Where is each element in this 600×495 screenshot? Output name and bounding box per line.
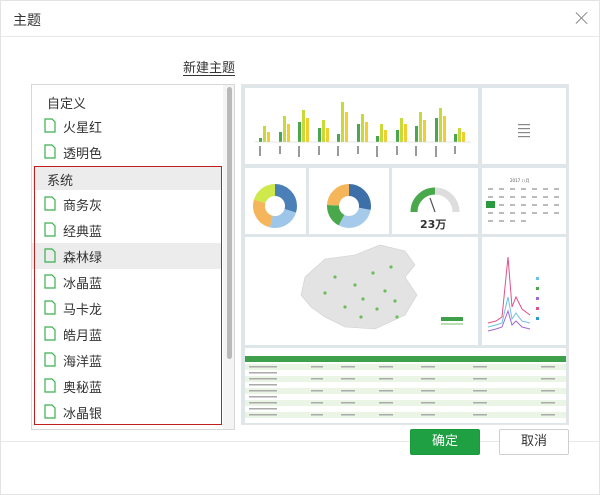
preview-line-chart-graphic (487, 256, 539, 332)
preview-donut-1 (245, 168, 306, 234)
theme-item-system-6[interactable]: 海洋蓝 (32, 347, 222, 373)
preview-map (245, 237, 478, 345)
document-icon (44, 404, 56, 419)
theme-list: 自定义 火星红 透明色 系统 商务灰 经典蓝 森林绿 冰晶蓝 马卡龙 皓月蓝 海… (31, 84, 235, 430)
theme-item-label: 马卡龙 (63, 303, 103, 318)
document-icon (44, 326, 56, 341)
document-icon (44, 118, 56, 133)
document-icon (44, 300, 56, 315)
theme-item-system-7[interactable]: 奥秘蓝 (32, 373, 222, 399)
list-scrollbar[interactable] (223, 85, 234, 429)
preview-gauge: 23万 (392, 168, 478, 234)
preview-legend-graphic (518, 124, 530, 138)
theme-item-system-4[interactable]: 马卡龙 (32, 295, 222, 321)
theme-item-label: 冰晶银 (63, 407, 103, 422)
preview-donut-1-graphic (253, 184, 297, 228)
theme-item-label: 商务灰 (63, 199, 103, 214)
close-icon[interactable] (573, 9, 591, 27)
document-icon (44, 248, 56, 263)
theme-item-label: 海洋蓝 (63, 355, 103, 370)
preview-donut-2 (309, 168, 389, 234)
theme-item-system-8[interactable]: 冰晶银 (32, 399, 222, 425)
theme-item-system-5[interactable]: 皓月蓝 (32, 321, 222, 347)
theme-item-system-0[interactable]: 商务灰 (32, 191, 222, 217)
theme-item-label: 透明色 (63, 147, 103, 162)
cancel-button[interactable]: 取消 (499, 429, 569, 455)
theme-item-label: 奥秘蓝 (63, 381, 103, 396)
theme-item-label: 森林绿 (63, 251, 103, 266)
theme-item-custom-0[interactable]: 火星红 (32, 113, 222, 139)
theme-item-label: 火星红 (63, 121, 103, 136)
preview-bar-chart-graphic (255, 102, 471, 157)
preview-bar-chart (245, 88, 478, 164)
document-icon (44, 144, 56, 159)
document-icon (44, 196, 56, 211)
preview-table-header (245, 356, 566, 362)
document-icon (44, 378, 56, 393)
gauge-value: 23万 (420, 218, 447, 231)
dialog-header: 主题 (1, 1, 599, 37)
preview-donut-2-graphic (327, 184, 371, 228)
scrollbar-thumb[interactable] (227, 87, 232, 359)
confirm-button[interactable]: 确定 (410, 429, 480, 455)
preview-calendar: 2017 八月 (482, 168, 566, 234)
group-label-system: 系统 (47, 174, 74, 189)
dialog-title: 主题 (13, 13, 41, 29)
preview-legend-panel (482, 88, 566, 164)
group-label-custom: 自定义 (47, 97, 87, 112)
theme-dialog: 主题 新建主题 自定义 火星红 透明色 系统 商务灰 经典蓝 森林绿 冰晶蓝 马… (0, 0, 600, 495)
preview-table (245, 348, 566, 423)
theme-item-label: 冰晶蓝 (63, 277, 103, 292)
theme-item-system-1[interactable]: 经典蓝 (32, 217, 222, 243)
document-icon (44, 274, 56, 289)
calendar-month: 2017 八月 (510, 178, 530, 183)
theme-preview: 23万 2017 八月 (241, 84, 569, 425)
theme-item-label: 经典蓝 (63, 225, 103, 240)
theme-item-label: 皓月蓝 (63, 329, 103, 344)
theme-item-custom-1[interactable]: 透明色 (32, 139, 222, 165)
preview-map-graphic (300, 244, 463, 330)
new-theme-link[interactable]: 新建主题 (183, 57, 235, 76)
document-icon (44, 352, 56, 367)
theme-item-system-3[interactable]: 冰晶蓝 (32, 269, 222, 295)
preview-line-chart (482, 237, 566, 345)
theme-item-system-2[interactable]: 森林绿 (32, 243, 222, 269)
document-icon (44, 222, 56, 237)
